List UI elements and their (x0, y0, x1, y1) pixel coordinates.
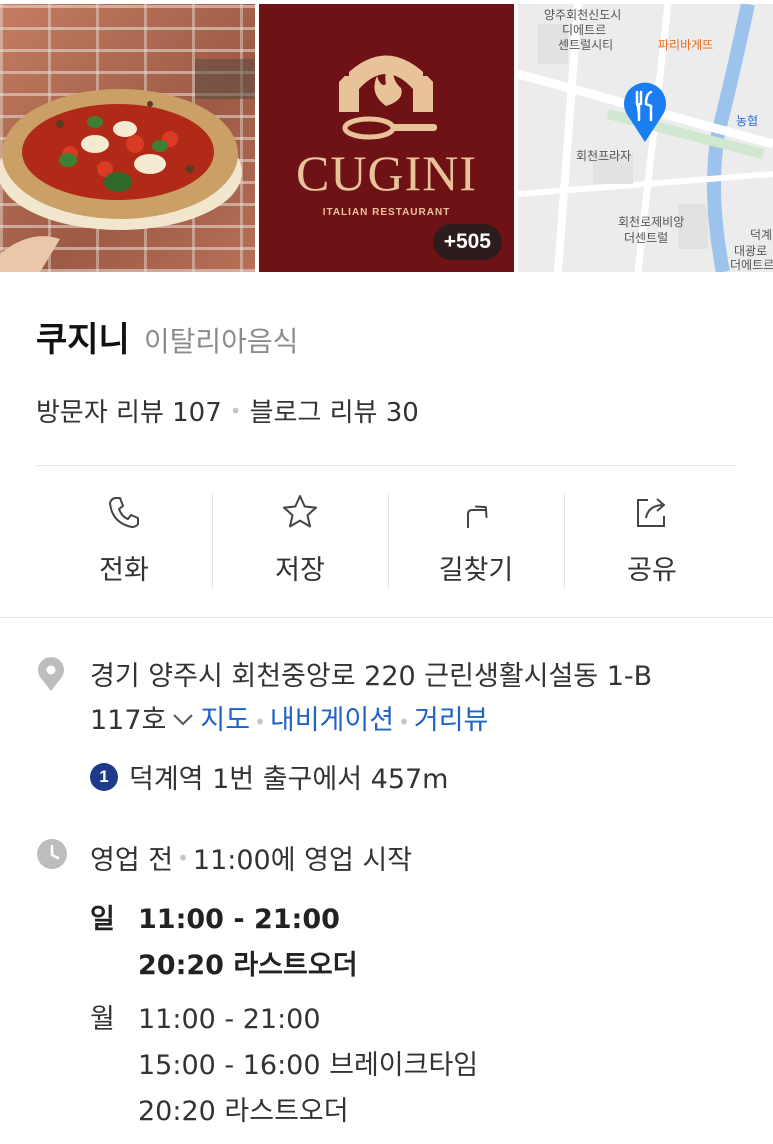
hours-line: 11:00 - 21:00 (138, 1004, 321, 1035)
separator-dot: • (398, 710, 410, 734)
review-counts: 방문자 리뷰 107 • 블로그 리뷰 30 (36, 392, 419, 429)
navigation-link[interactable]: 내비게이션 (270, 705, 394, 736)
subway-line-badge: 1 (90, 762, 118, 791)
map-label: 더센트럴 (624, 231, 669, 245)
pizza-image (0, 59, 255, 272)
star-icon (283, 495, 317, 528)
directions-button[interactable]: 길찾기 (388, 468, 564, 618)
separator-dot: • (254, 710, 266, 734)
address-line1: 경기 양주시 회천중앙로 220 근린생활시설동 1-B (90, 661, 653, 692)
photo-strip: CUGINI ITALIAN RESTAURANT +505 양주회천신도시 디… (0, 0, 773, 273)
map-label: 디에트르 (562, 23, 607, 37)
share-label: 공유 (627, 555, 677, 586)
hours-line: 20:20 라스트오더 (138, 1096, 349, 1127)
day-label: 월 (90, 1004, 115, 1035)
place-category: 이탈리아음식 (143, 325, 299, 358)
pizza-photo[interactable] (0, 4, 255, 272)
chevron-down-icon[interactable] (172, 713, 194, 727)
blog-review-link[interactable]: 블로그 리뷰 30 (250, 392, 419, 429)
map-label: 대광로 (734, 244, 768, 258)
map-label: 회천프라자 (576, 149, 632, 163)
status-note: 11:00에 영업 시작 (192, 845, 413, 876)
divider (0, 617, 773, 618)
address-block: 경기 양주시 회천중앙로 220 근린생활시설동 1-B 117호 지도 • 내비게이… (90, 655, 740, 744)
visitor-review-link[interactable]: 방문자 리뷰 107 (36, 392, 222, 429)
status-label: 영업 전 (90, 845, 174, 876)
address-line2: 117호 (90, 705, 167, 736)
street-view-link[interactable]: 거리뷰 (414, 705, 489, 736)
day-label: 일 (90, 904, 115, 935)
save-label: 저장 (275, 555, 325, 586)
logo-wordmark: CUGINI (296, 145, 477, 201)
photo-count-badge[interactable]: +505 (432, 224, 502, 260)
hours-line: 20:20 라스트오더 (138, 950, 358, 981)
place-name: 쿠지니 (36, 320, 130, 360)
map-label: 파리바게뜨 (658, 38, 714, 52)
call-button[interactable]: 전화 (36, 468, 212, 618)
business-status[interactable]: 영업 전 • 11:00에 영업 시작 (90, 838, 412, 877)
map-label: 회천로제비앙 (618, 215, 685, 229)
map-label: 양주회천신도시 (544, 8, 622, 22)
divider (36, 465, 737, 466)
clock-icon (37, 839, 67, 869)
map-label: 덕계 (750, 228, 773, 242)
hours-line: 15:00 - 16:00 브레이크타임 (138, 1050, 479, 1081)
location-pin-icon (38, 657, 64, 691)
directions-arrow-icon (467, 505, 488, 528)
map-link[interactable]: 지도 (200, 705, 250, 736)
share-icon (637, 498, 665, 527)
place-title-row: 쿠지니 이탈리아음식 (36, 312, 298, 361)
call-label: 전화 (99, 555, 149, 586)
map-label: 센트럴시티 (558, 38, 614, 52)
separator-dot: • (229, 398, 242, 423)
transit-text: 덕계역 1번 출구에서 457m (129, 764, 449, 795)
transit-info: 1 덕계역 1번 출구에서 457m (90, 757, 448, 796)
separator-dot: • (177, 845, 189, 870)
action-bar: 전화 저장 길찾기 공유 (36, 468, 740, 618)
share-button[interactable]: 공유 (564, 468, 740, 618)
phone-icon (109, 497, 139, 528)
logo-photo[interactable]: CUGINI ITALIAN RESTAURANT +505 (259, 4, 514, 272)
save-button[interactable]: 저장 (212, 468, 388, 618)
hours-line: 11:00 - 21:00 (138, 904, 340, 935)
directions-label: 길찾기 (438, 555, 514, 586)
restaurant-pin-icon[interactable] (622, 80, 668, 144)
map-thumbnail[interactable]: 양주회천신도시 디에트르 센트럴시티 파리바게뜨 농협 회천프라자 회천로제비앙… (518, 4, 773, 272)
map-label: 더에트르 (730, 258, 773, 272)
logo-subtitle: ITALIAN RESTAURANT (322, 207, 451, 218)
map-label: 농협 (736, 114, 759, 128)
